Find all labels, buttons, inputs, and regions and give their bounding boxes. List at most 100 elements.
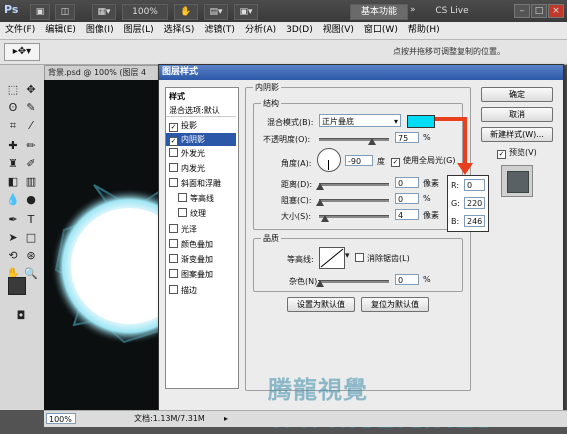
- marquee-tool-icon[interactable]: ⬚: [4, 81, 22, 99]
- noise-slider-thumb[interactable]: [316, 280, 324, 287]
- checkbox[interactable]: [169, 239, 178, 248]
- eraser-tool-icon[interactable]: ◧: [4, 173, 22, 191]
- status-arrow-icon[interactable]: ▸: [224, 411, 228, 427]
- choke-slider-track[interactable]: [319, 199, 389, 202]
- checkbox[interactable]: [391, 158, 400, 167]
- noise-field[interactable]: 0: [395, 274, 419, 285]
- menu-analysis[interactable]: 分析(A): [240, 22, 281, 39]
- history-brush-icon[interactable]: ✐: [22, 155, 40, 173]
- checkbox[interactable]: [169, 178, 178, 187]
- checkbox[interactable]: [169, 123, 178, 132]
- choke-slider-thumb[interactable]: [316, 199, 324, 206]
- checkbox[interactable]: [497, 150, 506, 159]
- style-list-item[interactable]: 描边: [166, 284, 236, 297]
- style-list-item[interactable]: 渐变叠加: [166, 253, 236, 266]
- menu-file[interactable]: 文件(F): [0, 22, 40, 39]
- close-icon[interactable]: ×: [548, 4, 564, 18]
- ok-button[interactable]: 确定: [481, 87, 553, 102]
- style-list-item[interactable]: 投影: [166, 119, 236, 132]
- choke-field[interactable]: 0: [395, 193, 419, 204]
- path-selection-icon[interactable]: ➤: [4, 229, 22, 247]
- distance-field[interactable]: 0: [395, 177, 419, 188]
- style-list-item[interactable]: 斜面和浮雕: [166, 177, 236, 190]
- workspace-expand-icon[interactable]: »: [410, 5, 416, 15]
- style-list-item[interactable]: 纹理: [166, 207, 236, 220]
- view-extras-icon[interactable]: ▦▾: [92, 4, 116, 20]
- distance-slider-thumb[interactable]: [316, 183, 324, 190]
- shape-tool-icon[interactable]: □: [22, 229, 40, 247]
- maximize-icon[interactable]: □: [531, 4, 547, 18]
- menu-window[interactable]: 窗口(W): [359, 22, 403, 39]
- workspace-button[interactable]: 基本功能: [350, 4, 408, 20]
- size-field[interactable]: 4: [395, 209, 419, 220]
- 3d-orbit-icon[interactable]: ⊛: [22, 247, 40, 265]
- checkbox[interactable]: [169, 224, 178, 233]
- cs-live-button[interactable]: CS Live: [428, 4, 476, 18]
- distance-slider-track[interactable]: [319, 183, 389, 186]
- preview-checkbox-row[interactable]: 预览(V): [497, 147, 537, 159]
- style-list-item[interactable]: 样式: [166, 90, 236, 103]
- tool-preset-picker[interactable]: ▸✥▾: [4, 43, 40, 61]
- checkbox[interactable]: [169, 254, 178, 263]
- reset-default-button[interactable]: 复位为默认值: [361, 297, 429, 312]
- minimize-icon[interactable]: –: [514, 4, 530, 18]
- make-default-button[interactable]: 设置为默认值: [287, 297, 355, 312]
- status-zoom-field[interactable]: 100%: [46, 413, 76, 424]
- checkbox[interactable]: [178, 193, 187, 202]
- menu-help[interactable]: 帮助(H): [403, 22, 445, 39]
- healing-brush-icon[interactable]: ✚: [4, 137, 22, 155]
- style-list-item[interactable]: 光泽: [166, 223, 236, 236]
- opacity-slider-track[interactable]: [319, 138, 389, 141]
- style-list-item[interactable]: 内发光: [166, 162, 236, 175]
- contour-picker[interactable]: [319, 247, 345, 269]
- chevron-down-icon[interactable]: ▾: [345, 251, 350, 261]
- brush-tool-icon[interactable]: ✏: [22, 137, 40, 155]
- menu-edit[interactable]: 编辑(E): [40, 22, 81, 39]
- checkbox[interactable]: [169, 285, 178, 294]
- new-style-button[interactable]: 新建样式(W)...: [481, 127, 553, 142]
- opacity-slider-thumb[interactable]: [367, 138, 376, 145]
- quick-select-icon[interactable]: ✎: [22, 99, 40, 117]
- noise-slider-track[interactable]: [319, 280, 389, 283]
- checkbox[interactable]: [169, 148, 178, 157]
- gradient-tool-icon[interactable]: ▥: [22, 173, 40, 191]
- document-canvas[interactable]: [44, 80, 162, 410]
- style-list-item[interactable]: 等高线: [166, 192, 236, 205]
- menu-filter[interactable]: 滤镜(T): [199, 22, 240, 39]
- zoom-level-dropdown[interactable]: 100%: [122, 4, 168, 20]
- checkbox[interactable]: [169, 163, 178, 172]
- move-tool-icon[interactable]: ✥: [22, 81, 40, 99]
- eyedropper-icon[interactable]: ⁄: [22, 117, 40, 135]
- 3d-rotate-icon[interactable]: ⟲: [4, 247, 22, 265]
- checkbox[interactable]: [169, 137, 178, 146]
- menu-layer[interactable]: 图层(L): [119, 22, 159, 39]
- arrange-documents-icon[interactable]: ▤▾: [204, 4, 228, 20]
- style-list-item[interactable]: 外发光: [166, 147, 236, 160]
- pen-tool-icon[interactable]: ✒: [4, 211, 22, 229]
- checkbox[interactable]: [178, 208, 187, 217]
- screen-mode-icon[interactable]: ▣▾: [234, 4, 258, 20]
- style-list-item[interactable]: 图案叠加: [166, 268, 236, 281]
- menu-3d[interactable]: 3D(D): [281, 22, 318, 39]
- style-list-item[interactable]: 混合选项:默认: [166, 104, 236, 117]
- hand-tool-icon[interactable]: ✋: [174, 4, 198, 20]
- bridge-icon[interactable]: ▣: [30, 4, 50, 20]
- opacity-field[interactable]: 75: [395, 132, 419, 143]
- quick-mask-icon[interactable]: ◘: [12, 307, 30, 325]
- lasso-tool-icon[interactable]: ʘ: [4, 99, 22, 117]
- size-slider-thumb[interactable]: [321, 215, 329, 222]
- type-tool-icon[interactable]: T: [22, 211, 40, 229]
- mini-bridge-icon[interactable]: ◫: [55, 4, 75, 20]
- blur-tool-icon[interactable]: 💧: [4, 191, 22, 209]
- menu-select[interactable]: 选择(S): [159, 22, 200, 39]
- angle-field[interactable]: -90: [345, 155, 373, 166]
- blend-mode-select[interactable]: 正片叠底 ▾: [319, 114, 401, 127]
- crop-tool-icon[interactable]: ⌗: [4, 117, 22, 135]
- menu-image[interactable]: 图像(I): [81, 22, 119, 39]
- cancel-button[interactable]: 取消: [481, 107, 553, 122]
- size-slider-track[interactable]: [319, 215, 389, 218]
- checkbox[interactable]: [355, 253, 364, 262]
- foreground-color-swatch[interactable]: [8, 277, 26, 295]
- angle-dial[interactable]: [317, 148, 341, 172]
- document-tab[interactable]: 背景.psd @ 100% (图层 4: [44, 65, 167, 81]
